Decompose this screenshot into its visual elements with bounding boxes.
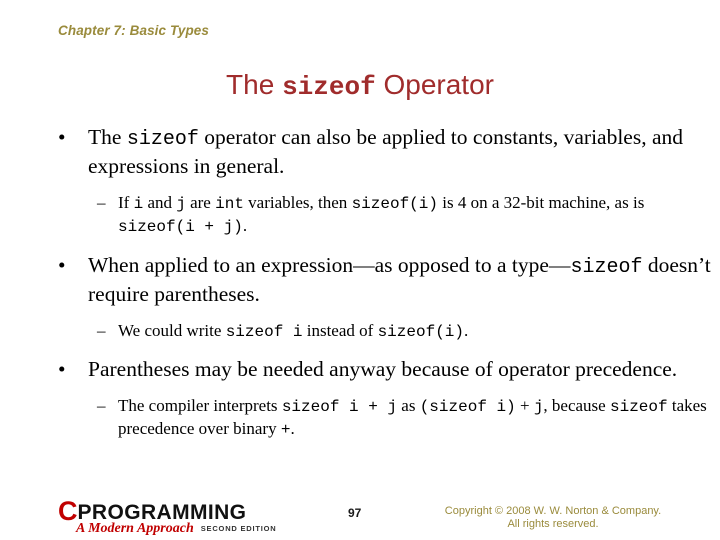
text-span: . — [464, 321, 469, 340]
book-logo: CPROGRAMMING A Modern Approach SECOND EDI… — [58, 498, 288, 537]
bullet-text: If i and j are int variables, then sizeo… — [118, 193, 645, 236]
logo-subtitle: A Modern Approach — [76, 521, 194, 536]
dash-marker-icon: – — [97, 321, 106, 340]
text-span: The compiler interprets — [118, 396, 282, 415]
copyright-line-2: All rights reserved. — [507, 518, 599, 530]
bullet-level1: • Parentheses may be needed anyway becau… — [0, 356, 720, 383]
text-span: Parentheses may be needed anyway because… — [88, 357, 678, 381]
logo-subtitle-row: A Modern Approach SECOND EDITION — [76, 520, 277, 537]
bullet-marker-icon: • — [58, 125, 66, 149]
bullet-level2: – If i and j are int variables, then siz… — [0, 192, 720, 238]
chapter-header: Chapter 7: Basic Types — [58, 23, 210, 38]
code-span: i — [133, 195, 144, 213]
code-span: sizeof — [126, 128, 199, 151]
copyright-notice: Copyright © 2008 W. W. Norton & Company.… — [428, 505, 678, 531]
bullet-marker-icon: • — [58, 357, 66, 381]
text-span: and — [143, 193, 177, 212]
code-span: sizeof i — [225, 323, 303, 341]
text-span: If — [118, 193, 134, 212]
code-span: j — [533, 398, 544, 416]
text-span: as — [397, 396, 420, 415]
text-span: is 4 on a 32-bit machine, as is — [437, 193, 645, 212]
text-span: are — [185, 193, 216, 212]
bullet-level2: – We could write sizeof i instead of siz… — [0, 320, 720, 343]
copyright-line-1: Copyright © 2008 W. W. Norton & Company. — [444, 505, 662, 517]
code-span: sizeof(i + j) — [118, 218, 243, 236]
page-title: The sizeof Operator — [0, 68, 720, 104]
logo-edition: SECOND EDITION — [200, 524, 277, 533]
code-span: sizeof(i) — [351, 195, 438, 213]
bullet-level1: • When applied to an expression—as oppos… — [0, 252, 720, 308]
slide-canvas: Chapter 7: Basic Types The sizeof Operat… — [0, 0, 720, 540]
bullet-text: Parentheses may be needed anyway because… — [88, 357, 677, 381]
bullet-text: The compiler interprets sizeof i + j as … — [118, 396, 707, 439]
code-span: j — [176, 195, 186, 213]
bullet-text: The sizeof operator can also be applied … — [88, 125, 683, 178]
slide-body: • The sizeof operator can also be applie… — [0, 124, 720, 441]
bullet-marker-icon: • — [58, 253, 66, 277]
text-span: . — [290, 419, 295, 438]
text-span: , because — [543, 396, 610, 415]
code-span: sizeof — [609, 398, 668, 416]
dash-marker-icon: – — [97, 193, 106, 212]
code-span: sizeof — [570, 256, 643, 279]
page-title-suffix: Operator — [375, 69, 494, 100]
bullet-text: We could write sizeof i instead of sizeo… — [118, 321, 469, 341]
page-title-prefix: The — [226, 69, 283, 100]
page-title-keyword: sizeof — [282, 72, 376, 102]
code-span: + — [280, 421, 291, 439]
bullet-text: When applied to an expression—as opposed… — [88, 253, 711, 306]
code-span: (sizeof i) — [419, 398, 516, 416]
code-span: int — [215, 195, 244, 213]
text-span: variables, then — [243, 193, 352, 212]
bullet-level1: • The sizeof operator can also be applie… — [0, 124, 720, 180]
page-number: 97 — [348, 506, 362, 520]
bullet-level2: – The compiler interprets sizeof i + j a… — [0, 395, 720, 441]
text-span: instead of — [302, 321, 378, 340]
text-span: The — [88, 125, 127, 149]
text-span: . — [242, 216, 248, 235]
code-span: sizeof i + j — [281, 398, 398, 416]
dash-marker-icon: – — [97, 396, 106, 415]
text-span: When applied to an expression—as opposed… — [88, 253, 571, 277]
text-span: We could write — [118, 321, 226, 340]
text-span: + — [515, 396, 534, 415]
code-span: sizeof(i) — [377, 323, 464, 341]
logo-letter-c-icon: C — [58, 496, 77, 526]
